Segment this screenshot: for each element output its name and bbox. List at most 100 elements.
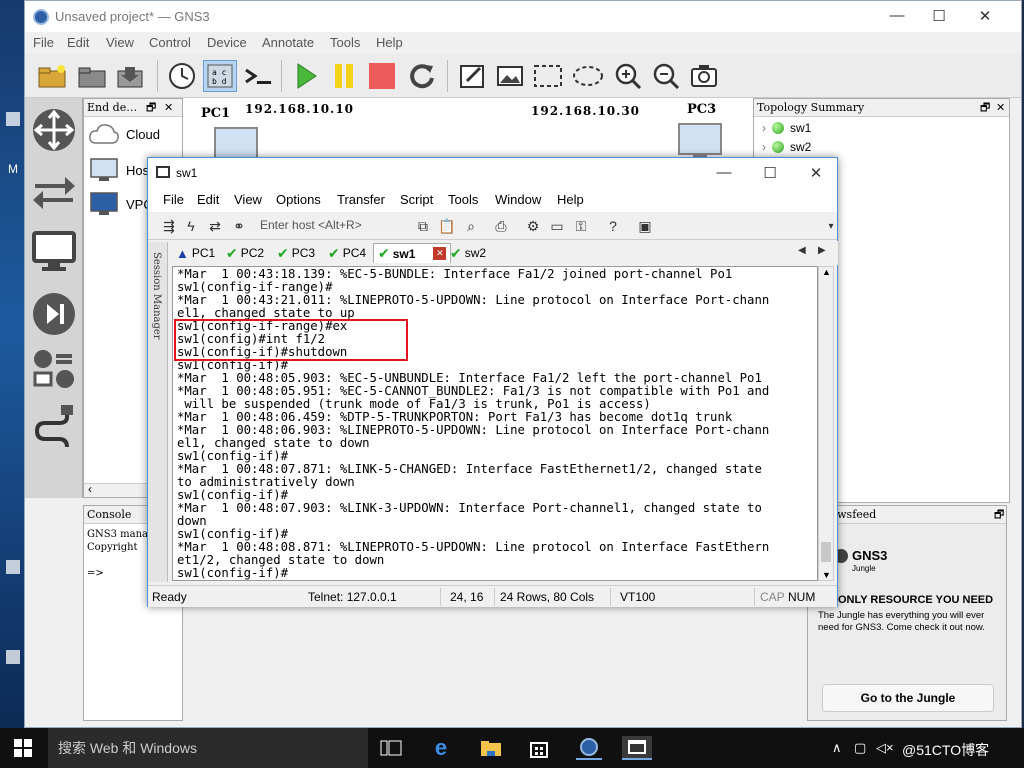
- switch-icon[interactable]: [30, 168, 78, 216]
- taskbar-search-box[interactable]: 搜索 Web 和 Windows: [48, 728, 368, 768]
- security-devices-icon[interactable]: [30, 290, 78, 338]
- close-panel-icon[interactable]: ✕: [996, 99, 1005, 116]
- desktop-icon[interactable]: [6, 650, 20, 664]
- menu-control[interactable]: Control: [149, 35, 191, 50]
- toolbar-dropdown-icon[interactable]: ▾: [822, 217, 840, 235]
- scroll-down-icon[interactable]: ▼: [822, 570, 831, 580]
- menu-file[interactable]: File: [163, 192, 184, 207]
- tab-sw2[interactable]: ✔ sw2: [446, 243, 490, 263]
- quick-connect-icon[interactable]: ϟ: [182, 217, 200, 235]
- go-to-jungle-button[interactable]: Go to the Jungle: [822, 684, 994, 712]
- add-link-icon[interactable]: [30, 404, 78, 452]
- close-panel-icon[interactable]: ✕: [164, 99, 173, 116]
- start-all-icon[interactable]: [289, 60, 323, 92]
- terminal-scrollbar[interactable]: ▲ ▼: [818, 266, 834, 581]
- network-icon[interactable]: ▢: [854, 740, 866, 756]
- close-icon[interactable]: ✕: [975, 7, 995, 25]
- router-icon[interactable]: [30, 106, 78, 154]
- enter-host-field[interactable]: Enter host <Alt+R>: [260, 218, 362, 232]
- expand-icon[interactable]: ›: [762, 121, 766, 135]
- terminal-screen[interactable]: *Mar 1 00:43:18.139: %EC-5-BUNDLE: Inter…: [172, 266, 818, 581]
- maximize-icon[interactable]: ☐: [760, 164, 780, 182]
- menu-transfer[interactable]: Transfer: [337, 192, 385, 207]
- draw-ellipse-icon[interactable]: [571, 60, 605, 92]
- node-label-pc1[interactable]: PC1: [201, 106, 230, 121]
- menu-view[interactable]: View: [234, 192, 262, 207]
- print-icon[interactable]: ⎙: [492, 217, 510, 235]
- key-icon[interactable]: ⚿: [572, 217, 590, 235]
- sftp-icon[interactable]: ▣: [636, 217, 654, 235]
- tab-pc4[interactable]: ✔ PC4: [324, 243, 370, 263]
- copy-icon[interactable]: ⧉: [414, 217, 432, 235]
- open-project-icon[interactable]: [75, 60, 109, 92]
- close-tab-icon[interactable]: ✕: [433, 247, 447, 260]
- file-explorer-icon[interactable]: [478, 736, 504, 760]
- all-devices-icon[interactable]: [30, 346, 78, 394]
- tab-scroll-left-icon[interactable]: ◀: [798, 245, 806, 256]
- tab-pc2[interactable]: ✔ PC2: [222, 243, 268, 263]
- desktop-icon[interactable]: [6, 112, 20, 126]
- minimize-icon[interactable]: —: [714, 164, 734, 181]
- disconnect-icon[interactable]: ⚭: [230, 217, 248, 235]
- windows-start-icon[interactable]: [14, 739, 32, 757]
- new-project-icon[interactable]: [35, 60, 69, 92]
- end-devices-icon[interactable]: [30, 228, 78, 276]
- help-icon[interactable]: ?: [604, 217, 622, 235]
- tab-pc3[interactable]: ✔ PC3: [273, 243, 319, 263]
- tab-scroll-right-icon[interactable]: ▶: [818, 245, 826, 256]
- device-vpcs[interactable]: VPC: [88, 191, 153, 217]
- reload-all-icon[interactable]: [405, 60, 439, 92]
- zoom-out-icon[interactable]: [649, 60, 683, 92]
- menu-tools[interactable]: Tools: [448, 192, 478, 207]
- store-icon[interactable]: [526, 736, 552, 760]
- menu-options[interactable]: Options: [276, 192, 321, 207]
- pc3-node-icon[interactable]: [677, 122, 723, 162]
- save-project-icon[interactable]: [113, 60, 147, 92]
- undock-icon[interactable]: 🗗: [980, 99, 990, 116]
- topology-item-sw1[interactable]: › sw1: [762, 121, 811, 135]
- menu-annotate[interactable]: Annotate: [262, 35, 314, 50]
- snapshot-clock-icon[interactable]: [165, 60, 199, 92]
- tab-pc1[interactable]: ▲ PC1: [172, 243, 219, 263]
- pc1-node-icon[interactable]: [213, 126, 259, 160]
- device-host[interactable]: Hos: [88, 157, 149, 183]
- menu-edit[interactable]: Edit: [67, 35, 89, 50]
- securecrt-taskbar-icon[interactable]: [622, 736, 652, 760]
- undock-icon[interactable]: 🗗: [146, 99, 156, 116]
- suspend-all-icon[interactable]: [327, 60, 361, 92]
- close-icon[interactable]: ✕: [806, 164, 826, 182]
- find-icon[interactable]: ⌕: [462, 217, 480, 235]
- draw-rectangle-icon[interactable]: [531, 60, 565, 92]
- topology-item-sw2[interactable]: › sw2: [762, 140, 811, 154]
- ip-note[interactable]: 192.168.10.30: [531, 104, 640, 118]
- keymap-icon[interactable]: ▭: [548, 217, 566, 235]
- console-all-icon[interactable]: [241, 60, 275, 92]
- scroll-up-icon[interactable]: ▲: [822, 267, 831, 277]
- add-note-icon[interactable]: [455, 60, 489, 92]
- session-manager-tab[interactable]: Session Manager: [148, 242, 168, 582]
- menu-tools[interactable]: Tools: [330, 35, 360, 50]
- connect-icon[interactable]: ⇶: [160, 217, 178, 235]
- menu-help[interactable]: Help: [376, 35, 403, 50]
- show-hidden-icons-icon[interactable]: ∧: [832, 740, 842, 756]
- menu-edit[interactable]: Edit: [197, 192, 219, 207]
- screenshot-camera-icon[interactable]: [687, 60, 721, 92]
- menu-device[interactable]: Device: [207, 35, 247, 50]
- menu-window[interactable]: Window: [495, 192, 541, 207]
- tab-sw1[interactable]: ✔ sw1 ✕: [373, 243, 452, 263]
- minimize-icon[interactable]: —: [887, 7, 907, 24]
- paste-icon[interactable]: 📋: [438, 217, 456, 235]
- undock-icon[interactable]: 🗗: [994, 506, 1004, 523]
- node-label-pc3[interactable]: PC3: [687, 102, 716, 117]
- scroll-left-icon[interactable]: ‹: [88, 482, 92, 496]
- task-view-icon[interactable]: [378, 736, 404, 760]
- show-interface-labels-icon[interactable]: a cb d: [203, 60, 237, 92]
- reconnect-icon[interactable]: ⇄: [206, 217, 224, 235]
- menu-help[interactable]: Help: [557, 192, 584, 207]
- maximize-icon[interactable]: ☐: [929, 7, 949, 25]
- edge-browser-icon[interactable]: e: [428, 735, 454, 760]
- zoom-in-icon[interactable]: [611, 60, 645, 92]
- ip-note[interactable]: 192.168.10.10: [245, 102, 354, 116]
- desktop-icon[interactable]: [6, 560, 20, 574]
- expand-icon[interactable]: ›: [762, 140, 766, 154]
